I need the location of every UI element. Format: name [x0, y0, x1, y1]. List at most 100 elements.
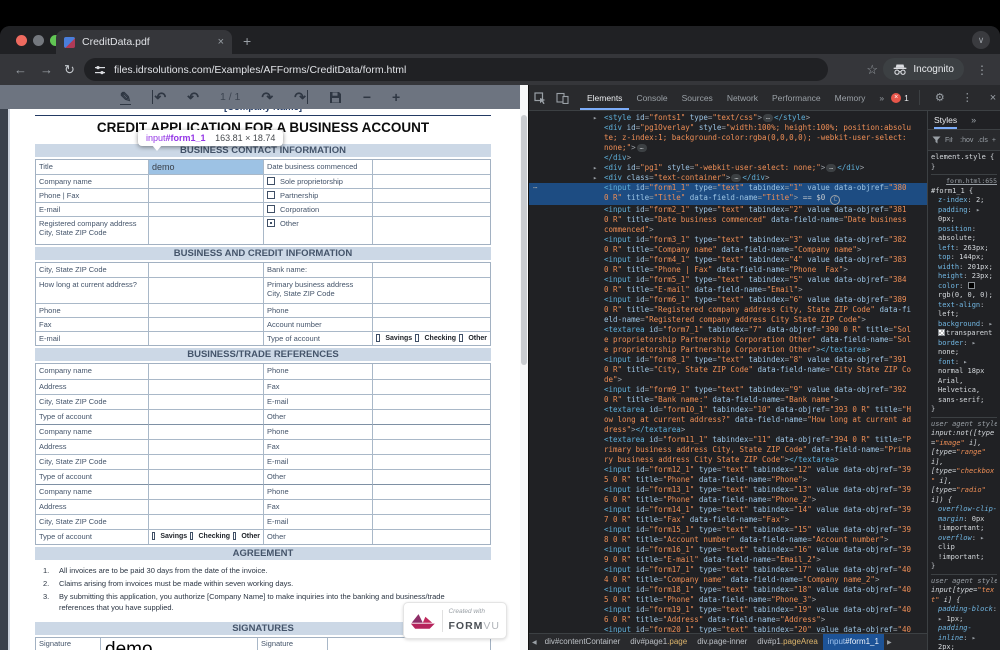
save-icon[interactable] — [329, 91, 342, 104]
traffic-light-minimize[interactable] — [33, 35, 44, 46]
form-field-empty[interactable] — [372, 484, 490, 499]
css-property[interactable]: z-index: 2; — [931, 196, 997, 206]
form-field-empty[interactable] — [372, 469, 490, 484]
url-text[interactable]: files.idrsolutions.com/Examples/AFForms/… — [114, 64, 406, 76]
tab-elements[interactable]: Elements — [580, 86, 629, 110]
css-property[interactable]: font: ▸ normal 18px Arial, Helvetica, sa… — [931, 358, 997, 406]
form-field-empty[interactable] — [148, 499, 263, 514]
rule-selector[interactable]: element.style { — [931, 153, 997, 163]
elements-tree-node[interactable]: <input id="form18_1" type="text" tabinde… — [529, 585, 927, 605]
tab-memory[interactable]: Memory — [828, 86, 873, 110]
form-field-empty[interactable] — [372, 216, 490, 244]
css-property[interactable]: left: 263px; — [931, 244, 997, 254]
checkbox-icon[interactable] — [152, 532, 155, 540]
filter-funnel-icon[interactable] — [932, 136, 941, 144]
tab-console[interactable]: Console — [629, 86, 674, 110]
traffic-light-close[interactable] — [16, 35, 27, 46]
formvu-badge[interactable]: Created with FORMVU — [403, 602, 507, 639]
elements-tree-node[interactable]: ▸<div id="pg1" style="-webkit-user-selec… — [529, 163, 927, 173]
elements-tree-node[interactable]: <textarea id="form7_1" tabindex="7" data… — [529, 325, 927, 355]
rule-selector[interactable]: input:not([type="image" i], [type="range… — [931, 429, 997, 505]
form-field-empty[interactable] — [148, 216, 263, 244]
checkbox-option[interactable]: Other — [263, 216, 372, 244]
form-field-empty[interactable] — [372, 364, 490, 379]
elements-tree-node[interactable]: <input id="form13_1" type="text" tabinde… — [529, 485, 927, 505]
elements-tree-node[interactable]: <input id="form6_1" type="text" tabindex… — [529, 295, 927, 325]
form-field-empty[interactable] — [372, 160, 490, 174]
forward-icon[interactable]: → — [40, 54, 53, 85]
form-field-empty[interactable] — [372, 454, 490, 469]
checkbox-icon[interactable] — [267, 205, 275, 213]
styles-toggle-cls[interactable]: .cls — [977, 137, 988, 144]
css-property[interactable]: color: rgb(0, 0, 0); — [931, 282, 997, 301]
form-field-empty[interactable] — [372, 529, 490, 544]
css-property[interactable]: border: ▸ none; — [931, 339, 997, 358]
form-field-empty[interactable] — [148, 188, 263, 202]
css-property[interactable]: padding-block: ▸ 1px; — [931, 605, 997, 624]
elements-tree-node[interactable]: <input id="form20_1" type="text" tabinde… — [529, 625, 927, 633]
browser-menu-icon[interactable]: ⋮ — [976, 54, 988, 85]
checkbox-icon[interactable] — [190, 532, 193, 540]
form-field-empty[interactable] — [148, 331, 263, 345]
elements-tree-node[interactable]: <input id="form2_1" type="text" tabindex… — [529, 205, 927, 235]
tab-network[interactable]: Network — [720, 86, 765, 110]
elements-tree-node[interactable]: <input id="form3_1" type="text" tabindex… — [529, 235, 927, 255]
zoom-in-icon[interactable]: + — [392, 90, 400, 104]
tab-close-icon[interactable]: × — [218, 36, 224, 48]
styles-toggle-[interactable]: + — [992, 137, 996, 144]
form-field-empty[interactable] — [372, 317, 490, 331]
form-field-empty[interactable] — [372, 188, 490, 202]
elements-tree-node[interactable]: </div> — [529, 153, 927, 163]
browser-tab[interactable]: CreditData.pdf × — [56, 30, 232, 54]
device-toolbar-icon[interactable] — [551, 92, 574, 104]
new-tab-button[interactable]: + — [243, 33, 251, 49]
css-property[interactable]: overflow-clip-margin: 0px !important; — [931, 505, 997, 534]
form-field-empty[interactable] — [148, 469, 263, 484]
form-field-empty[interactable] — [372, 424, 490, 439]
css-property[interactable]: background: ▸ transparent — [931, 320, 997, 339]
styles-more-tabs-icon[interactable]: » — [971, 115, 976, 125]
checkbox-icon[interactable] — [267, 219, 275, 227]
elements-tree-node[interactable]: <input id="form9_1" type="text" tabindex… — [529, 385, 927, 405]
site-controls-icon[interactable] — [94, 64, 106, 76]
form-field-empty[interactable] — [372, 202, 490, 216]
form-field-empty[interactable] — [372, 379, 490, 394]
elements-tree-node[interactable]: <input id="form17_1" type="text" tabinde… — [529, 565, 927, 585]
form-input-highlighted[interactable]: demo — [148, 160, 263, 174]
form-field-empty[interactable] — [148, 514, 263, 529]
elements-tree-node[interactable]: ▸<div class="text-container">…</div> — [529, 173, 927, 183]
checkbox-icon[interactable] — [376, 334, 380, 342]
page-scrollbar[interactable] — [520, 85, 528, 650]
elements-tree-node[interactable]: <input id="form8_1" type="text" tabindex… — [529, 355, 927, 385]
checkbox-option[interactable]: Corporation — [263, 202, 372, 216]
css-property[interactable]: overflow: ▸ clip !important; — [931, 534, 997, 563]
breadcrumb-item-selected[interactable]: input#form1_1 — [823, 634, 884, 650]
sign-tool-icon[interactable]: ✎ — [120, 90, 132, 105]
stylesheet-link[interactable]: form.html:655 — [931, 177, 997, 187]
devtools-settings-gear-icon[interactable]: ⚙ — [930, 91, 950, 104]
styles-filter-input[interactable]: Filter — [945, 137, 953, 144]
more-tabs-icon[interactable]: » — [872, 86, 891, 110]
elements-tree-node-selected[interactable]: ⋯<input id="form1_1" type="text" tabinde… — [529, 183, 927, 205]
error-badge[interactable]: ×1 — [891, 93, 909, 103]
checkbox-option[interactable]: Partnership — [263, 188, 372, 202]
form-field-empty[interactable] — [148, 303, 263, 317]
rule-selector[interactable]: input[type="text" i] { — [931, 586, 997, 605]
form-field-empty[interactable] — [372, 174, 490, 188]
previous-page-icon[interactable]: ↶ — [187, 90, 199, 104]
devtools-close-icon[interactable]: × — [985, 92, 1000, 104]
form-field-empty[interactable] — [148, 277, 263, 303]
form-field-empty[interactable] — [148, 424, 263, 439]
first-page-icon[interactable]: ↶ — [152, 90, 166, 104]
checkbox-icon[interactable] — [415, 334, 419, 342]
signature-value[interactable]: demo — [100, 638, 257, 650]
next-page-icon[interactable]: ↷ — [261, 90, 273, 104]
devtools-menu-icon[interactable]: ⋮ — [957, 91, 978, 104]
checkbox-option[interactable]: Sole proprietorship — [263, 174, 372, 188]
css-property[interactable]: text-align: left; — [931, 301, 997, 320]
styles-toggle-hov[interactable]: :hov — [960, 137, 973, 144]
checkbox-group[interactable]: SavingsCheckingOther — [148, 529, 263, 544]
styles-tab[interactable]: Styles — [934, 111, 957, 129]
elements-tree-node[interactable]: <input id="form12_1" type="text" tabinde… — [529, 465, 927, 485]
form-field-empty[interactable] — [148, 202, 263, 216]
